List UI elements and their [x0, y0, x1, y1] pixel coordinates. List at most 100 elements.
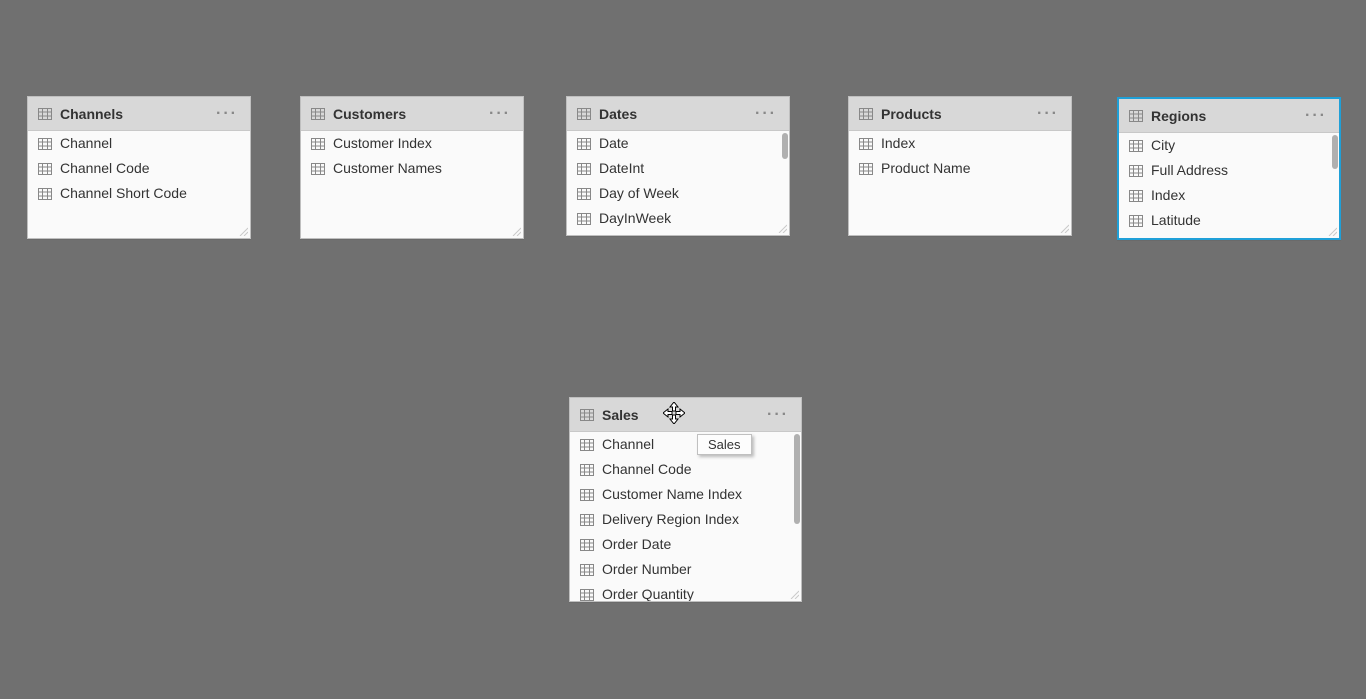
field-label: Order Date — [602, 535, 671, 554]
field-row[interactable]: Product Name — [849, 156, 1071, 181]
table-header[interactable]: Regions ··· — [1119, 99, 1339, 133]
more-options-icon[interactable]: ··· — [1035, 105, 1061, 123]
field-row[interactable]: Customer Names — [301, 156, 523, 181]
table-header[interactable]: Dates ··· — [567, 97, 789, 131]
field-row[interactable]: Index — [1119, 183, 1339, 208]
table-title: Sales — [602, 407, 765, 423]
column-icon — [580, 589, 594, 601]
resize-grip-icon[interactable] — [777, 223, 787, 233]
field-row[interactable]: Order Date — [570, 532, 801, 557]
field-row[interactable]: Channel Short Code — [28, 181, 250, 206]
table-card-dates[interactable]: Dates ··· Date DateInt Day of Week DayIn… — [566, 96, 790, 236]
field-row[interactable]: Channel — [570, 432, 801, 457]
resize-grip-icon[interactable] — [1327, 226, 1337, 236]
scrollbar-thumb[interactable] — [1332, 135, 1338, 169]
table-icon — [311, 108, 325, 120]
field-label: Product Name — [881, 159, 970, 178]
field-label: DayInWeek — [599, 209, 671, 228]
column-icon — [38, 188, 52, 200]
table-header[interactable]: Products ··· — [849, 97, 1071, 131]
field-row[interactable]: Delivery Region Index — [570, 507, 801, 532]
field-label: Channel Short Code — [60, 184, 187, 203]
column-icon — [580, 564, 594, 576]
field-label: Channel — [60, 134, 112, 153]
column-icon — [1129, 215, 1143, 227]
field-row[interactable]: Channel — [28, 131, 250, 156]
field-row[interactable]: DateInt — [567, 156, 789, 181]
table-body: Channel Channel Code Customer Name Index… — [570, 432, 801, 601]
column-icon — [1129, 140, 1143, 152]
column-icon — [311, 163, 325, 175]
field-label: Channel Code — [602, 460, 692, 479]
resize-grip-icon[interactable] — [511, 226, 521, 236]
field-label: City — [1151, 136, 1175, 155]
resize-grip-icon[interactable] — [238, 226, 248, 236]
field-label: Channel Code — [60, 159, 150, 178]
table-title: Dates — [599, 106, 753, 122]
table-body: Customer Index Customer Names — [301, 131, 523, 238]
field-row[interactable]: Index — [849, 131, 1071, 156]
field-label: DateInt — [599, 159, 644, 178]
field-row[interactable]: Order Number — [570, 557, 801, 582]
more-options-icon[interactable]: ··· — [214, 105, 240, 123]
field-row[interactable]: Full Address — [1119, 158, 1339, 183]
column-icon — [580, 464, 594, 476]
field-row[interactable]: DayInWeek — [567, 206, 789, 231]
table-body: Date DateInt Day of Week DayInWeek — [567, 131, 789, 235]
field-row[interactable]: Customer Index — [301, 131, 523, 156]
column-icon — [577, 213, 591, 225]
field-row[interactable]: Customer Name Index — [570, 482, 801, 507]
column-icon — [577, 163, 591, 175]
column-icon — [859, 138, 873, 150]
field-label: Delivery Region Index — [602, 510, 739, 529]
table-title: Customers — [333, 106, 487, 122]
field-label: Customer Index — [333, 134, 432, 153]
field-label: Customer Names — [333, 159, 442, 178]
more-options-icon[interactable]: ··· — [1303, 107, 1329, 125]
table-card-sales[interactable]: Sales ··· Channel Channel Code Customer … — [569, 397, 802, 602]
more-options-icon[interactable]: ··· — [753, 105, 779, 123]
field-row[interactable]: Date — [567, 131, 789, 156]
table-icon — [1129, 110, 1143, 122]
column-icon — [580, 514, 594, 526]
table-header[interactable]: Channels ··· — [28, 97, 250, 131]
table-card-products[interactable]: Products ··· Index Product Name — [848, 96, 1072, 236]
table-card-channels[interactable]: Channels ··· Channel Channel Code Channe… — [27, 96, 251, 239]
column-icon — [580, 539, 594, 551]
table-body: City Full Address Index Latitude — [1119, 133, 1339, 238]
table-title: Channels — [60, 106, 214, 122]
field-label: Full Address — [1151, 161, 1228, 180]
scrollbar-thumb[interactable] — [794, 434, 800, 524]
resize-grip-icon[interactable] — [789, 589, 799, 599]
table-header[interactable]: Customers ··· — [301, 97, 523, 131]
column-icon — [580, 439, 594, 451]
field-label: Index — [1151, 186, 1185, 205]
field-row[interactable]: Channel Code — [28, 156, 250, 181]
table-title: Regions — [1151, 108, 1303, 124]
field-row[interactable]: Day of Week — [567, 181, 789, 206]
field-row[interactable]: City — [1119, 133, 1339, 158]
field-label: Index — [881, 134, 915, 153]
table-icon — [580, 409, 594, 421]
table-card-customers[interactable]: Customers ··· Customer Index Customer Na… — [300, 96, 524, 239]
field-row[interactable]: Channel Code — [570, 457, 801, 482]
table-icon — [859, 108, 873, 120]
column-icon — [580, 489, 594, 501]
column-icon — [1129, 165, 1143, 177]
column-icon — [38, 163, 52, 175]
field-row[interactable]: Latitude — [1119, 208, 1339, 233]
field-label: Channel — [602, 435, 654, 454]
table-card-regions[interactable]: Regions ··· City Full Address Index Lati… — [1117, 97, 1341, 240]
field-label: Customer Name Index — [602, 485, 742, 504]
more-options-icon[interactable]: ··· — [765, 406, 791, 424]
resize-grip-icon[interactable] — [1059, 223, 1069, 233]
table-header[interactable]: Sales ··· — [570, 398, 801, 432]
column-icon — [577, 188, 591, 200]
more-options-icon[interactable]: ··· — [487, 105, 513, 123]
field-row[interactable]: Order Quantity — [570, 582, 801, 601]
table-body: Index Product Name — [849, 131, 1071, 235]
column-icon — [1129, 190, 1143, 202]
column-icon — [38, 138, 52, 150]
scrollbar-thumb[interactable] — [782, 133, 788, 159]
field-label: Latitude — [1151, 211, 1201, 230]
